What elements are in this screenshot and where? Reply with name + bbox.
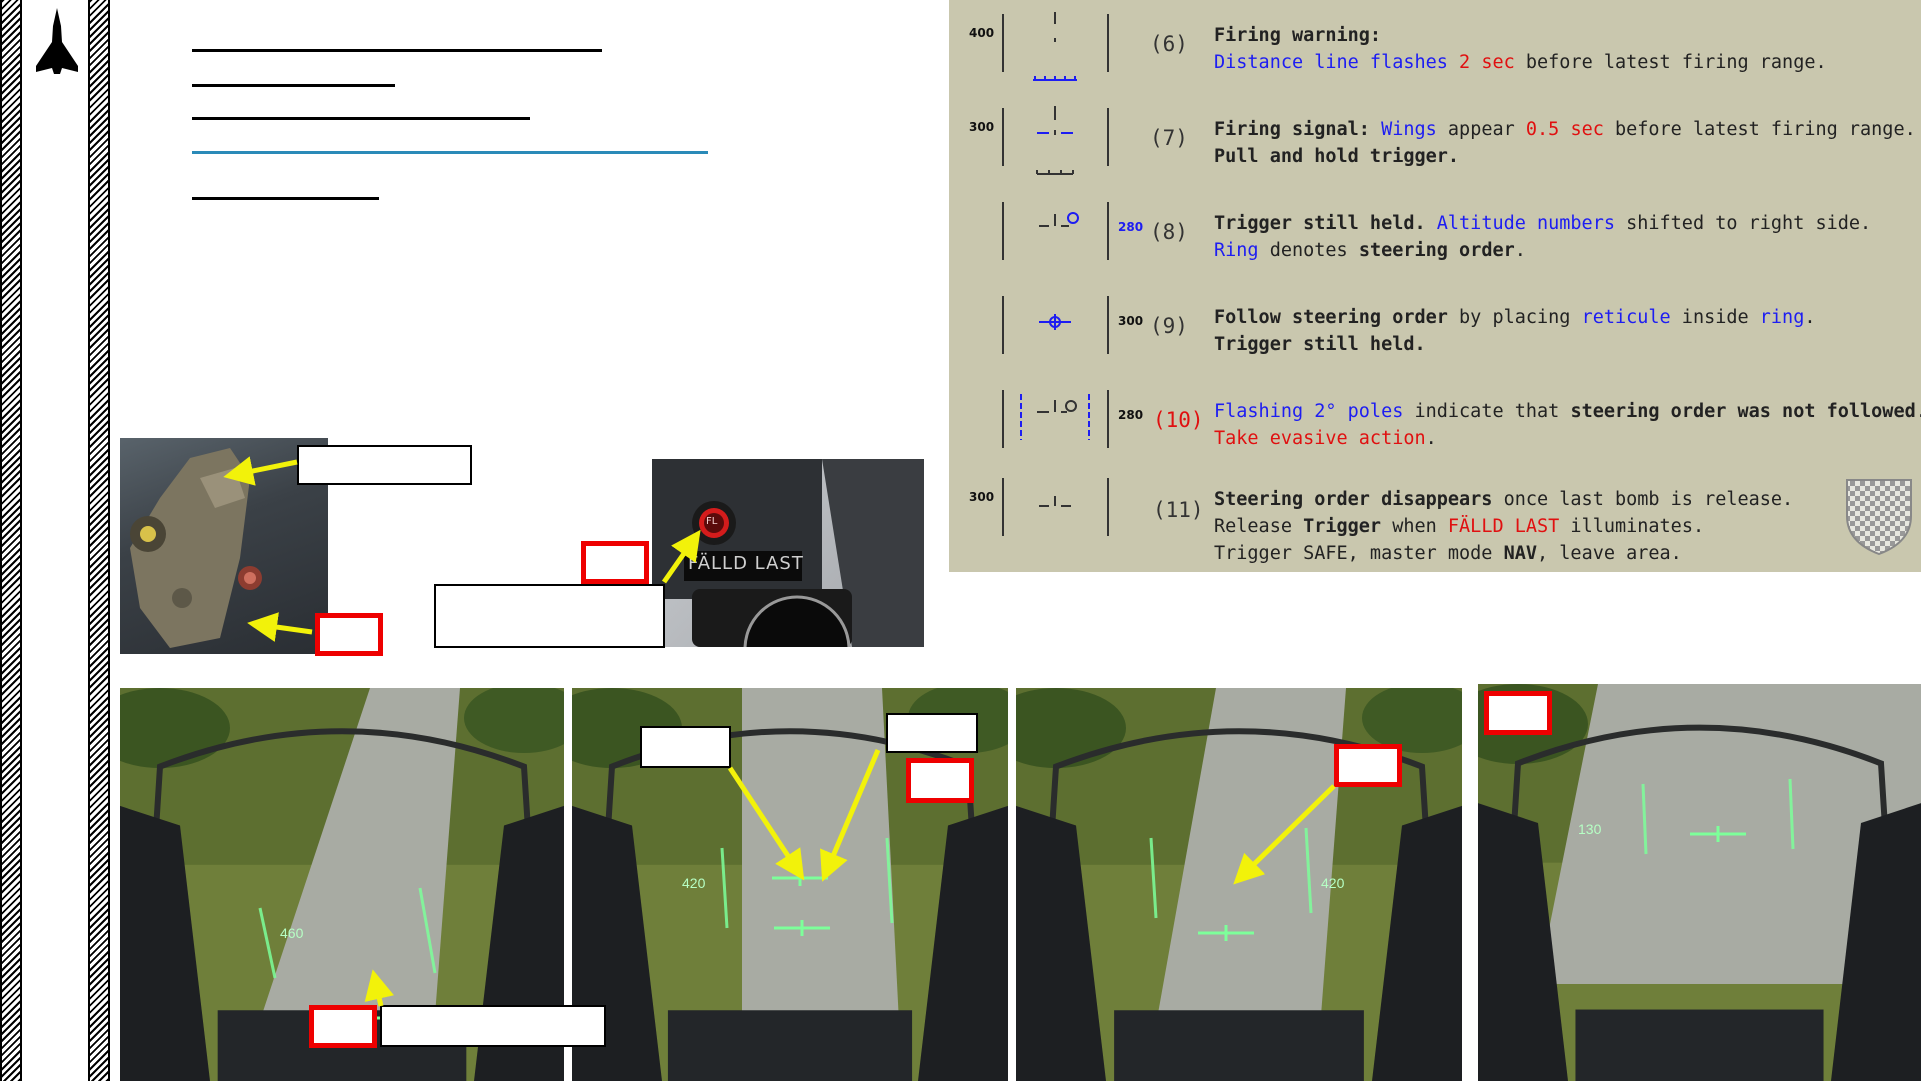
falld-last-label: FÄLLD LAST xyxy=(688,553,804,574)
label-box-hud2-left xyxy=(640,726,731,768)
hud-altitude-readout: 420 xyxy=(682,875,706,891)
hud-photo-4: 130 xyxy=(1478,684,1921,1081)
title-line-5 xyxy=(192,197,379,200)
falld-last-button[interactable]: FL xyxy=(706,516,717,527)
falld-last-panel-photo: FÄLLD LAST FL xyxy=(652,459,924,647)
hud-symbols xyxy=(1020,12,1090,507)
title-line-3 xyxy=(192,117,530,120)
label-box-falld-last xyxy=(434,584,665,648)
callout-stick xyxy=(315,613,383,656)
callout-hud2 xyxy=(906,758,974,803)
hud-altitude-readout: 420 xyxy=(1321,875,1345,891)
callout-hud1 xyxy=(309,1005,377,1048)
left-hatched-border xyxy=(0,0,22,1081)
aircraft-silhouette-icon xyxy=(36,8,78,74)
hud-scene: 130 xyxy=(1478,684,1921,1081)
callout-falld-last xyxy=(581,541,649,584)
hud-sequence-panel: 400 (6) Firing warning: Distance line flash… xyxy=(949,0,1921,572)
label-box-hud1 xyxy=(380,1005,606,1047)
title-line-1 xyxy=(192,49,602,52)
callout-hud4 xyxy=(1484,691,1552,735)
label-box-hud2-right xyxy=(886,713,978,753)
hud-altitude-readout: 460 xyxy=(280,925,304,941)
title-line-4 xyxy=(192,151,708,154)
label-box-trigger xyxy=(297,445,472,485)
right-hatched-border xyxy=(88,0,110,1081)
callout-hud3 xyxy=(1334,744,1402,787)
checkered-shield-icon xyxy=(1846,479,1912,556)
title-line-2 xyxy=(192,84,395,87)
hud-altitude-readout: 130 xyxy=(1578,821,1602,837)
